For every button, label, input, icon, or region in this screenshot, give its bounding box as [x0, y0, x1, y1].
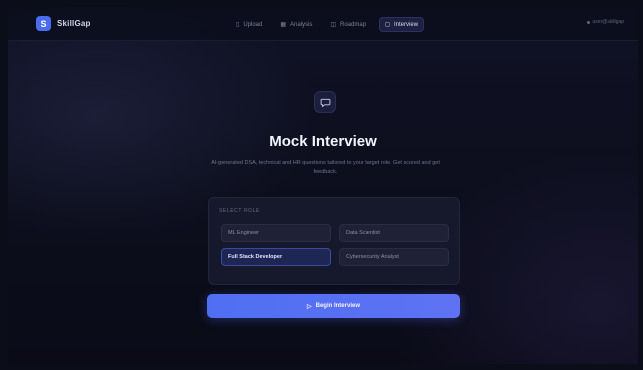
begin-interview-button[interactable]: ▷ Begin Interview [207, 294, 460, 318]
user-label: user@skillgap [592, 19, 624, 25]
nav-item-label: Analysis [290, 21, 313, 28]
nav-item-label: Upload [243, 21, 263, 28]
user-menu[interactable]: user@skillgap [586, 19, 624, 25]
play-icon: ▷ [307, 303, 312, 310]
brand-name: SkillGap [57, 19, 91, 28]
role-select-label: SELECT ROLE [219, 208, 260, 214]
nav-links: ▯ Upload ▦ Analysis ◫ Roadmap ◻ Intervie… [231, 17, 425, 32]
user-status-icon [586, 20, 590, 24]
brand[interactable]: S SkillGap [36, 16, 91, 31]
nav-item-interview[interactable]: ◻ Interview [379, 17, 425, 32]
role-option-data-scientist[interactable]: Data Scientist [339, 224, 449, 242]
begin-interview-label: Begin Interview [315, 303, 360, 309]
analysis-icon: ▦ [280, 22, 286, 28]
nav-item-analysis[interactable]: ▦ Analysis [275, 17, 317, 32]
page-subtitle: AI-generated DSA, technical and HR quest… [211, 160, 440, 175]
role-select-card: SELECT ROLE ML Engineer Data Scientist F… [208, 197, 460, 285]
roadmap-icon: ◫ [330, 22, 337, 28]
nav-item-label: Roadmap [340, 21, 367, 28]
role-option-full-stack-developer[interactable]: Full Stack Developer [221, 248, 331, 266]
top-nav: S SkillGap ▯ Upload ▦ Analysis ◫ Roadmap… [8, 7, 638, 41]
chat-icon: ◻ [385, 22, 391, 28]
role-option-cybersecurity-analyst[interactable]: Cybersecurity Analyst [339, 248, 449, 266]
role-option-ml-engineer[interactable]: ML Engineer [221, 224, 331, 242]
chat-bubble-icon [314, 91, 336, 113]
nav-item-label: Interview [394, 21, 419, 28]
upload-icon: ▯ [236, 22, 240, 28]
page-title: Mock Interview [269, 133, 377, 150]
nav-item-roadmap[interactable]: ◫ Roadmap [325, 17, 371, 32]
brand-logo-icon: S [36, 16, 51, 31]
app-window: S SkillGap ▯ Upload ▦ Analysis ◫ Roadmap… [8, 7, 638, 364]
nav-item-upload[interactable]: ▯ Upload [231, 17, 267, 32]
